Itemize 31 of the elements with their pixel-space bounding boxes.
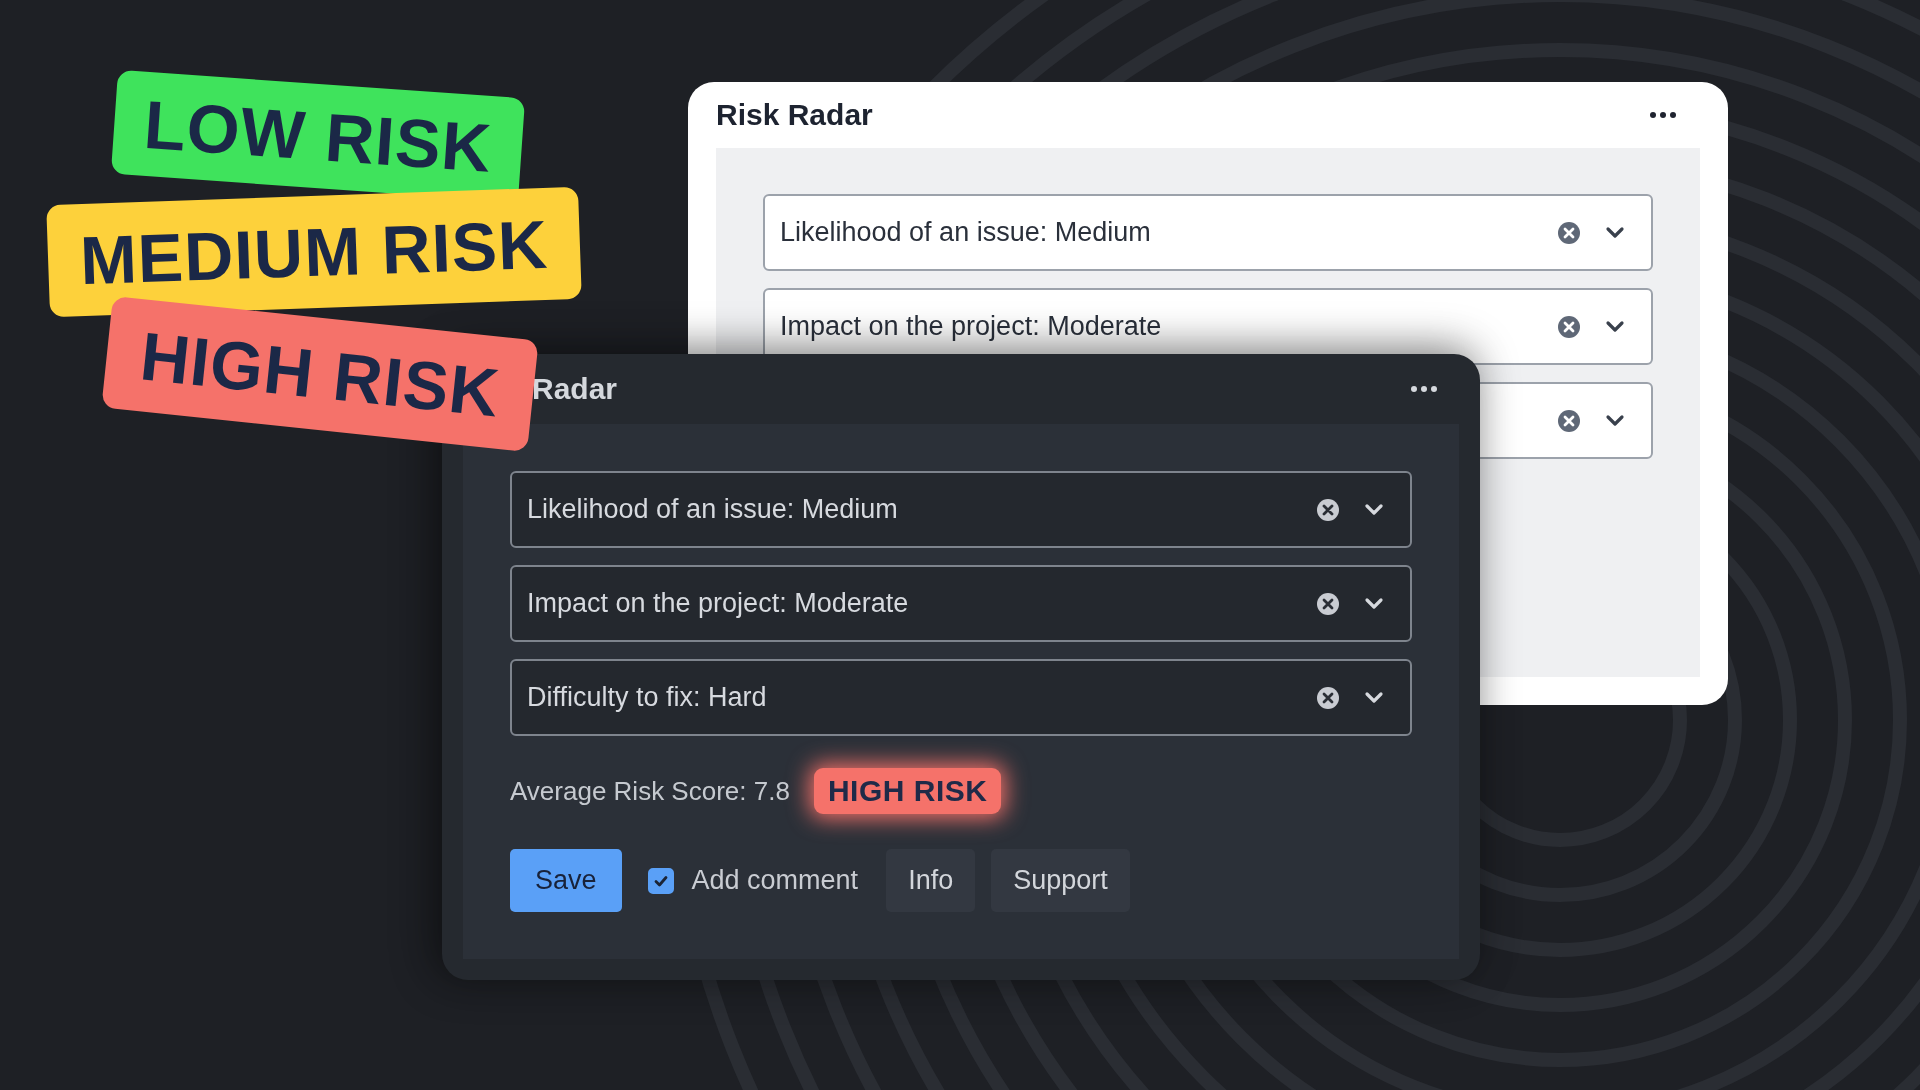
more-options-icon[interactable]	[1411, 386, 1437, 392]
chevron-down-icon[interactable]	[1364, 502, 1384, 517]
chevron-down-icon[interactable]	[1364, 596, 1384, 611]
clear-icon[interactable]	[1316, 591, 1340, 616]
select-field[interactable]: Likelihood of an issue: Medium	[763, 194, 1653, 271]
select-field[interactable]: Impact on the project: Moderate	[510, 565, 1412, 642]
checkbox[interactable]	[647, 867, 674, 894]
risk-badge: HIGH RISK	[813, 768, 1002, 814]
field-value: Difficulty to fix: Hard	[527, 682, 768, 713]
score-text: Average Risk Score: 7.8	[510, 775, 790, 807]
select-field[interactable]: Difficulty to fix: Hard	[510, 659, 1412, 736]
clear-icon[interactable]	[1557, 408, 1581, 433]
clear-icon[interactable]	[1557, 314, 1581, 339]
field-value: Likelihood of an issue: Medium	[780, 217, 1152, 248]
clear-icon[interactable]	[1557, 220, 1581, 245]
chevron-down-icon[interactable]	[1364, 690, 1384, 705]
secondary-button[interactable]: Info	[886, 849, 976, 912]
save-button[interactable]: Save	[510, 849, 622, 912]
clear-icon[interactable]	[1316, 497, 1340, 522]
window-title: Risk Radar	[716, 98, 873, 132]
select-field[interactable]: Likelihood of an issue: Medium	[510, 471, 1412, 548]
field-value: Impact on the project: Moderate	[780, 311, 1163, 342]
clear-icon[interactable]	[1316, 685, 1340, 710]
checkbox-label[interactable]: Add comment	[691, 865, 859, 896]
more-options-icon[interactable]	[1650, 112, 1676, 118]
secondary-button[interactable]: Support	[991, 849, 1130, 912]
field-value: Likelihood of an issue: Medium	[527, 494, 899, 525]
chevron-down-icon[interactable]	[1605, 319, 1625, 334]
chevron-down-icon[interactable]	[1605, 225, 1625, 240]
chevron-down-icon[interactable]	[1605, 413, 1625, 428]
field-value: Impact on the project: Moderate	[527, 588, 910, 619]
